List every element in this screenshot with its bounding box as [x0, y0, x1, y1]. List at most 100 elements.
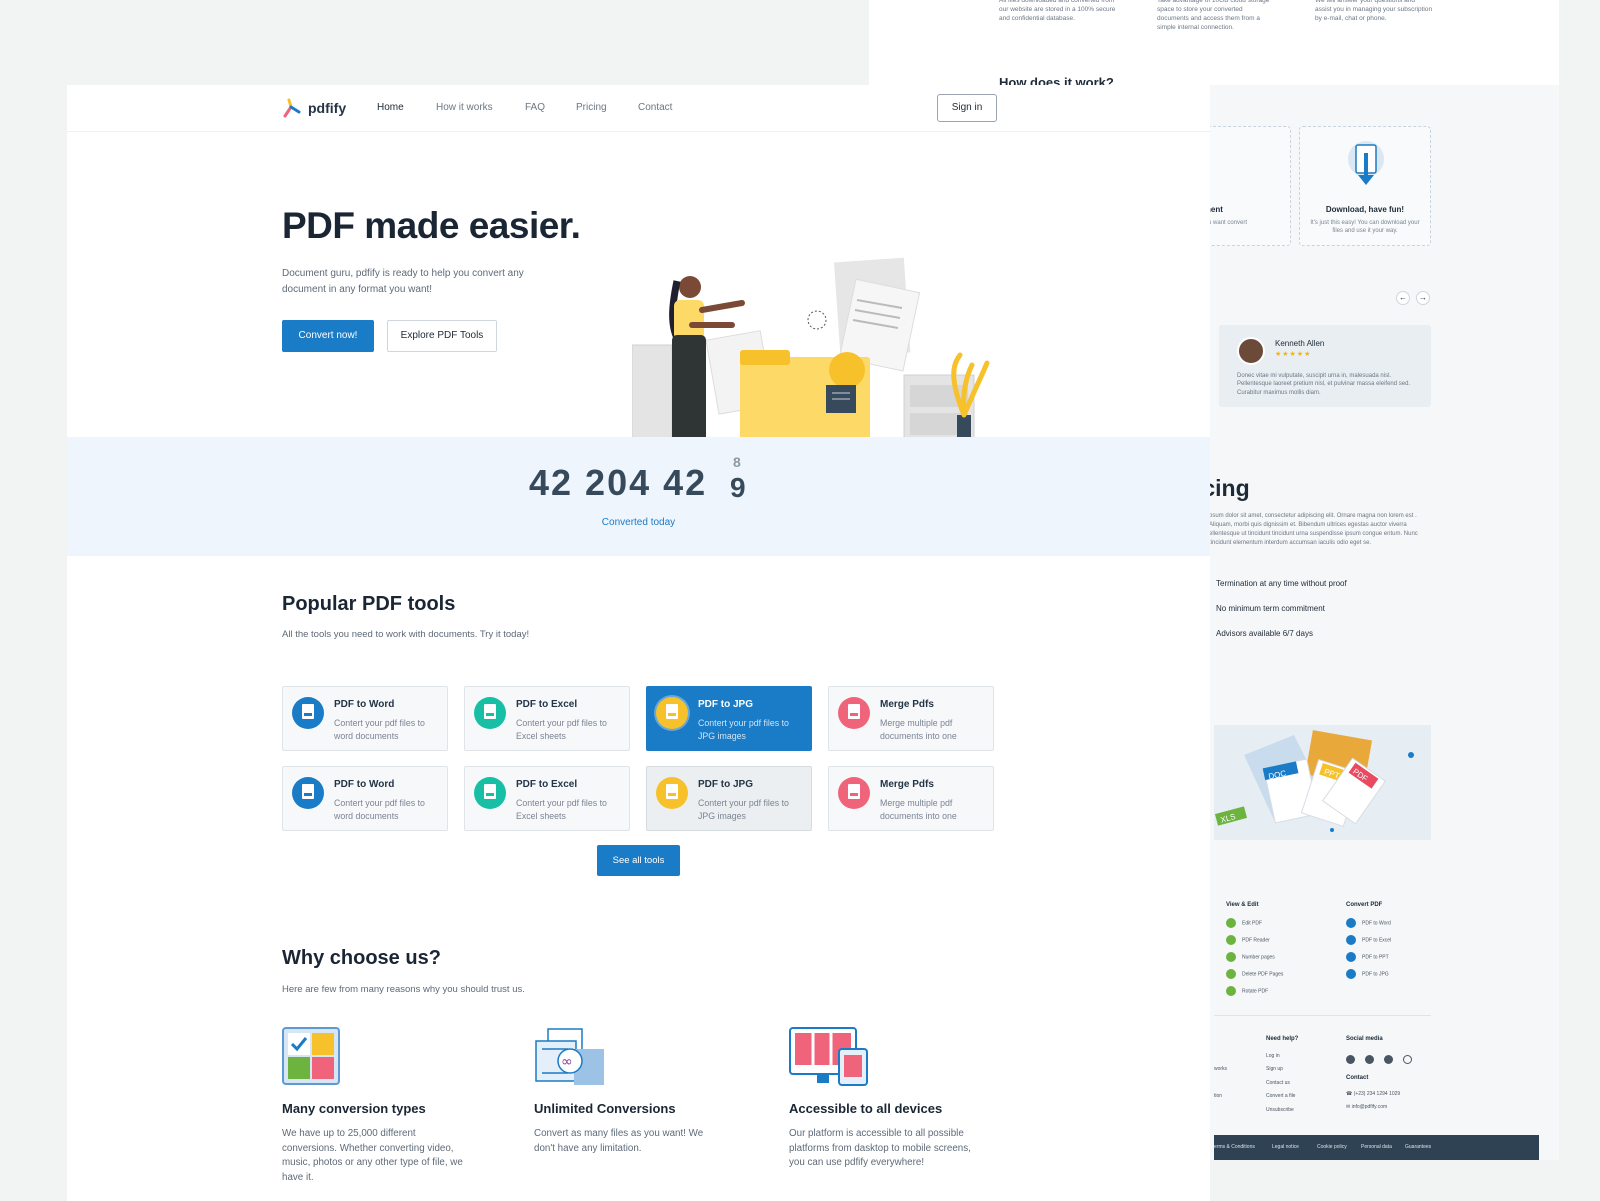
contact-phone: ☎ (+23) 234 1294 1029 — [1346, 1091, 1401, 1097]
footer-link[interactable]: PDF Reader — [1226, 935, 1270, 945]
youtube-icon[interactable] — [1346, 1055, 1355, 1064]
tool-card[interactable]: PDF to Word Contert your pdf files to wor… — [282, 766, 448, 831]
tool-card[interactable]: PDF to JPG Contert your pdf files to JPG … — [646, 686, 812, 751]
footer-link[interactable]: Rotate PDF — [1226, 986, 1268, 996]
bg-step-title: Download, have fun! — [1325, 205, 1405, 214]
nav-pricing[interactable]: Pricing — [576, 102, 607, 113]
footer-link[interactable]: PDF to PPT — [1346, 952, 1389, 962]
tool-card[interactable]: Merge Pdfs Merge multiple pdf documents i… — [828, 686, 994, 751]
tool-name: PDF to Word — [334, 699, 395, 710]
footer-link-label: PDF to Excel — [1362, 937, 1392, 944]
tool-card[interactable]: PDF to Excel Contert your pdf files to Ex… — [464, 766, 630, 831]
counter-label: Converted today — [601, 517, 676, 528]
footer-link[interactable]: Number pages — [1226, 952, 1275, 962]
bg-features-strip: All files downloaded and converted from … — [869, 0, 1559, 85]
explore-tools-button[interactable]: Explore PDF Tools — [387, 320, 497, 352]
hero-title: PDF made easier. — [282, 205, 581, 246]
file-types-illustration: DOC PPT PDF XLS — [1214, 725, 1431, 840]
all-devices-icon — [789, 1027, 868, 1086]
footer-link[interactable]: PDF to JPG — [1346, 969, 1389, 979]
conversions-counter-section: 42 204 42 8 9 Converted today — [67, 437, 1210, 556]
footer-link[interactable]: Edit PDF — [1226, 918, 1262, 928]
nav-home[interactable]: Home — [377, 102, 404, 113]
sign-in-button[interactable]: Sign in — [937, 94, 997, 122]
footer-bottom-link[interactable]: Personal data — [1361, 1144, 1392, 1150]
see-all-tools-button[interactable]: See all tools — [597, 845, 680, 876]
green-circle-icon — [1226, 935, 1236, 945]
footer-col-title: Convert PDF — [1346, 902, 1383, 908]
twitter-icon[interactable] — [1384, 1055, 1393, 1064]
counter-next-digit: 8 — [733, 454, 741, 470]
footer-link[interactable]: tion — [1214, 1093, 1222, 1099]
bg-feature-text: We will answer your questions and assist… — [1315, 0, 1433, 23]
footer-link[interactable]: Unsubscribe — [1266, 1107, 1294, 1113]
testimonial-text: Donec vitae mi vulputate, suscipit urna … — [1237, 373, 1411, 396]
blue-circle-icon — [1346, 935, 1356, 945]
green-circle-icon — [1226, 986, 1236, 996]
footer-link[interactable]: Convert a file — [1266, 1093, 1295, 1099]
tool-description: Contert your pdf files to word documents — [334, 798, 425, 821]
footer-bottom-link[interactable]: erms & Conditions — [1214, 1144, 1255, 1150]
bg-feature-text: Take advantage of 10GB cloud storage spa… — [1157, 0, 1270, 32]
carousel-next-button[interactable]: → — [1416, 291, 1430, 305]
footer-link[interactable]: works — [1214, 1066, 1227, 1072]
footer-link-label: Delete PDF Pages — [1242, 971, 1284, 978]
footer-link-label: PDF to JPG — [1362, 971, 1389, 978]
footer-col-title: View & Edit — [1226, 902, 1259, 908]
why-item-desc: We have up to 25,000 different conversio… — [282, 1128, 463, 1184]
carousel-prev-button[interactable]: ← — [1396, 291, 1410, 305]
footer-col-title: Contact — [1346, 1075, 1369, 1081]
green-circle-icon — [1226, 969, 1236, 979]
tool-description: Contert your pdf files to JPG images — [698, 718, 789, 741]
bg-feature-text: All files downloaded and converted from … — [999, 0, 1116, 23]
green-circle-icon — [1226, 952, 1236, 962]
tool-name: PDF to JPG — [698, 779, 754, 790]
convert-now-button[interactable]: Convert now! — [282, 320, 374, 352]
footer-link[interactable]: Log in — [1266, 1053, 1280, 1059]
facebook-icon[interactable] — [1365, 1055, 1374, 1064]
footer-bottom-link[interactable]: Guarantees — [1405, 1144, 1431, 1150]
nav-how-it-works[interactable]: How it works — [436, 102, 493, 113]
footer-bottom-link[interactable]: Legal notice — [1272, 1144, 1299, 1150]
footer-bottom-link[interactable]: Cookie policy — [1317, 1144, 1347, 1150]
footer-bottom-bar: erms & Conditions Legal notice Cookie po… — [1214, 1135, 1539, 1160]
footer-link[interactable]: PDF to Excel — [1346, 935, 1391, 945]
footer-link-label: Edit PDF — [1242, 920, 1263, 927]
why-item-title: Unlimited Conversions — [534, 1101, 676, 1116]
conversion-types-icon — [282, 1027, 340, 1085]
logo[interactable]: pdfify — [282, 98, 346, 118]
tools-section-title: Popular PDF tools — [282, 593, 456, 615]
nav-contact[interactable]: Contact — [638, 102, 672, 113]
tool-card[interactable]: PDF to Excel Contert your pdf files to Ex… — [464, 686, 630, 751]
tool-description: Contert your pdf files to Excel sheets — [516, 718, 607, 741]
docx-file-icon — [292, 697, 324, 729]
tools-section-subtitle: All the tools you need to work with docu… — [282, 629, 530, 640]
footer-link[interactable]: Delete PDF Pages — [1226, 969, 1283, 979]
tool-description: Contert your pdf files to Excel sheets — [516, 798, 607, 821]
footer-link-label: PDF Reader — [1242, 937, 1270, 944]
footer-link[interactable]: PDF to Word — [1346, 918, 1391, 928]
avatar — [1237, 337, 1265, 365]
jpg-file-icon — [656, 777, 688, 809]
pricing-feature: Termination at any time without proof — [1216, 579, 1347, 588]
tool-description: Merge multiple pdf documents into one — [880, 718, 957, 741]
pdf-file-icon — [838, 697, 870, 729]
footer-link[interactable]: Contact us — [1266, 1080, 1290, 1086]
footer-link-label: PDF to PPT — [1362, 954, 1389, 961]
jpg-file-icon — [656, 697, 688, 729]
tool-name: Merge Pdfs — [880, 779, 934, 790]
conversion-counter: 42 204 42 — [529, 462, 708, 503]
why-item-title: Many conversion types — [282, 1101, 426, 1116]
unlimited-conversions-icon: ∞ — [535, 1028, 604, 1085]
tool-card[interactable]: PDF to Word Contert your pdf files to wor… — [282, 686, 448, 751]
tool-name: PDF to Excel — [516, 699, 578, 710]
tool-card[interactable]: PDF to JPG Contert your pdf files to JPG … — [646, 766, 812, 831]
footer-col-title: Need help? — [1266, 1036, 1299, 1042]
instagram-icon[interactable] — [1403, 1055, 1412, 1064]
bg-step-card: Download, have fun! It's just this easy!… — [1299, 126, 1431, 246]
nav-faq[interactable]: FAQ — [525, 102, 545, 113]
contact-email[interactable]: ✉ info@pdfify.com — [1346, 1104, 1387, 1110]
tool-card[interactable]: Merge Pdfs Merge multiple pdf documents i… — [828, 766, 994, 831]
footer-link[interactable]: Sign up — [1266, 1066, 1283, 1072]
rating-stars: ★★★★★ — [1275, 351, 1312, 358]
